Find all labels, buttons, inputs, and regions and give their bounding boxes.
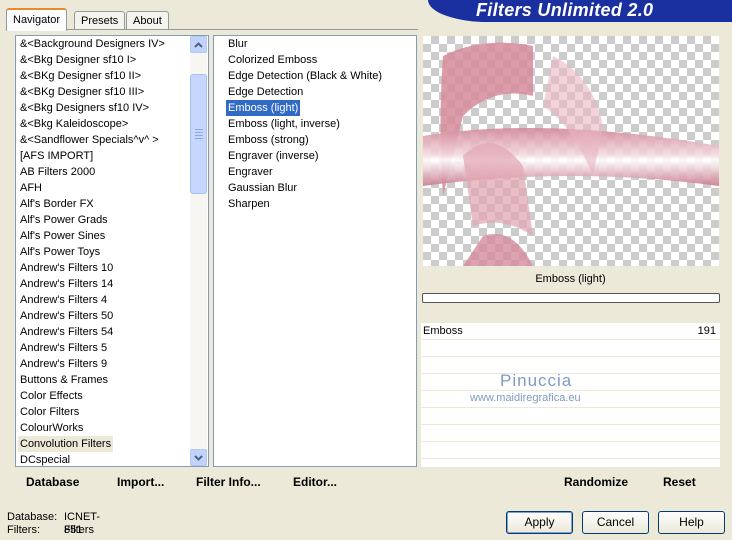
watermark-name: Pinuccia: [500, 371, 573, 390]
filter-list-item[interactable]: Gaussian Blur: [226, 180, 299, 196]
category-list-item[interactable]: Andrew's Filters 50: [18, 308, 115, 324]
preview-image: [423, 36, 719, 266]
category-list-item[interactable]: Color Filters: [18, 404, 81, 420]
filters-count-value: 851: [64, 524, 83, 536]
param-label: Emboss: [423, 325, 463, 337]
tab-divider: [6, 29, 418, 30]
category-list-item[interactable]: &<Sandflower Specials^v^ >: [18, 132, 161, 148]
category-list-item[interactable]: [AFS IMPORT]: [18, 148, 95, 164]
progress-bar: [422, 293, 720, 303]
filter-info-button[interactable]: Filter Info...: [196, 475, 261, 489]
param-row-empty: [421, 408, 720, 425]
filter-list-item[interactable]: Emboss (strong): [226, 132, 311, 148]
param-row-empty: [421, 425, 720, 442]
filter-list-item[interactable]: Blur: [226, 36, 250, 52]
scroll-up-button[interactable]: [190, 36, 207, 53]
category-scrollbar[interactable]: [190, 36, 207, 466]
tab-presets[interactable]: Presets: [74, 11, 126, 30]
category-list-item[interactable]: &<BKg Designer sf10 II>: [18, 68, 143, 84]
category-list-item[interactable]: &<Background Designers IV>: [18, 36, 167, 52]
category-list-item[interactable]: Alf's Border FX: [18, 196, 96, 212]
help-button[interactable]: Help: [658, 511, 725, 534]
scroll-down-button[interactable]: [190, 449, 207, 466]
category-list-item[interactable]: Andrew's Filters 4: [18, 292, 109, 308]
param-row-emboss[interactable]: Emboss 191: [421, 323, 720, 340]
right-command-bar: Randomize Reset: [421, 471, 720, 495]
filter-list-item[interactable]: Edge Detection: [226, 84, 305, 100]
chevron-down-icon: [194, 454, 203, 461]
randomize-button[interactable]: Randomize: [564, 475, 628, 489]
filter-list-item[interactable]: Emboss (light): [226, 100, 301, 116]
category-list-item[interactable]: AFH: [18, 180, 44, 196]
category-list-item[interactable]: AB Filters 2000: [18, 164, 97, 180]
category-list-item[interactable]: DCspecial: [18, 452, 72, 466]
filter-list-item[interactable]: Emboss (light, inverse): [226, 116, 342, 132]
category-list-item[interactable]: Alf's Power Grads: [18, 212, 110, 228]
category-list-item[interactable]: &<Bkg Kaleidoscope>: [18, 116, 130, 132]
category-list-item[interactable]: Andrew's Filters 9: [18, 356, 109, 372]
category-list-item[interactable]: &<Bkg Designer sf10 I>: [18, 52, 138, 68]
category-list-item[interactable]: Alf's Power Sines: [18, 228, 107, 244]
editor-button[interactable]: Editor...: [293, 475, 337, 489]
category-list-item[interactable]: Buttons & Frames: [18, 372, 110, 388]
category-list-item[interactable]: Alf's Power Toys: [18, 244, 102, 260]
param-row-empty: [421, 340, 720, 357]
category-list-item[interactable]: Convolution Filters: [18, 436, 114, 452]
database-button[interactable]: Database: [26, 475, 79, 489]
category-list-item[interactable]: ColourWorks: [18, 420, 85, 436]
tab-navigator[interactable]: Navigator: [6, 8, 68, 31]
database-label: Database:: [7, 511, 58, 523]
filter-list-item[interactable]: Engraver (inverse): [226, 148, 320, 164]
reset-button[interactable]: Reset: [663, 475, 696, 489]
cancel-button[interactable]: Cancel: [582, 511, 649, 534]
param-value: 191: [697, 325, 716, 337]
scroll-thumb[interactable]: [190, 74, 207, 194]
category-list[interactable]: &<Background Designers IV> &<Bkg Designer…: [15, 35, 209, 467]
category-list-item[interactable]: Color Effects: [18, 388, 85, 404]
left-command-bar: Database Import... Filter Info... Editor…: [10, 471, 416, 495]
import-button[interactable]: Import...: [117, 475, 164, 489]
preview-artwork: [423, 42, 719, 266]
param-row-empty: [421, 442, 720, 459]
database-info: Database: ICNET-Filters Filters: 851: [7, 511, 100, 537]
apply-button[interactable]: Apply: [506, 511, 573, 534]
filter-list-item[interactable]: Engraver: [226, 164, 275, 180]
category-list-item[interactable]: &<BKg Designer sf10 III>: [18, 84, 146, 100]
category-list-item[interactable]: Andrew's Filters 5: [18, 340, 109, 356]
filter-list-item[interactable]: Sharpen: [226, 196, 272, 212]
filter-list[interactable]: Blur Colorized Emboss Edge Detection (Blac…: [213, 35, 417, 467]
category-list-item[interactable]: Andrew's Filters 54: [18, 324, 115, 340]
tab-about[interactable]: About: [126, 11, 169, 30]
watermark-url: www.maidiregrafica.eu: [470, 392, 581, 404]
filter-list-item[interactable]: Edge Detection (Black & White): [226, 68, 384, 84]
category-list-item[interactable]: &<Bkg Designers sf10 IV>: [18, 100, 151, 116]
current-filter-name: Emboss (light): [421, 269, 720, 289]
category-list-item[interactable]: Andrew's Filters 14: [18, 276, 115, 292]
filter-list-item[interactable]: Colorized Emboss: [226, 52, 319, 68]
chevron-up-icon: [194, 41, 203, 48]
filters-count-label: Filters:: [7, 524, 40, 536]
app-title: Filters Unlimited 2.0: [476, 0, 654, 20]
category-list-item[interactable]: Andrew's Filters 10: [18, 260, 115, 276]
